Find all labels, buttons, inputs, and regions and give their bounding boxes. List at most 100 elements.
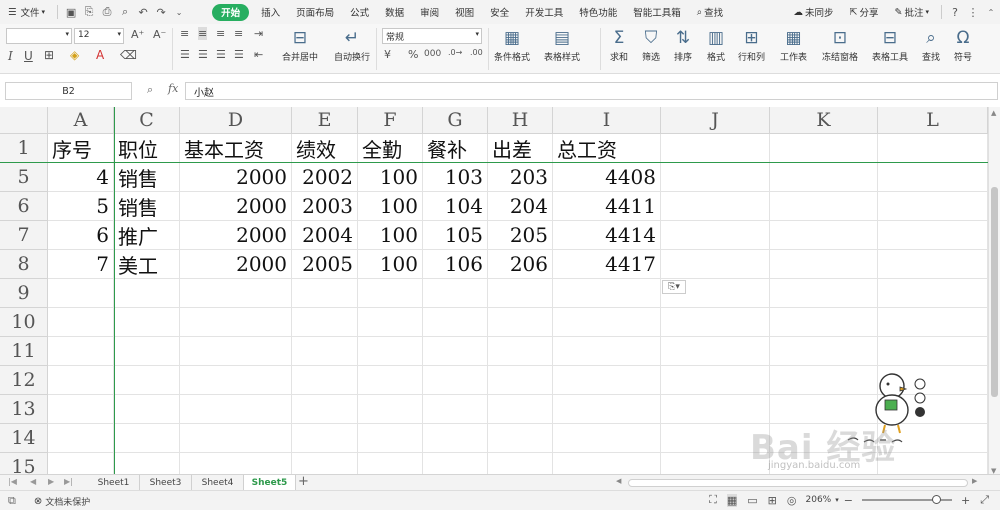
empty-cell[interactable] [878, 308, 988, 337]
first-sheet-icon[interactable]: |◀ [8, 477, 17, 486]
file-menu[interactable]: ☰ 文件 ▾ [0, 0, 53, 24]
align-right-icon[interactable]: ☰ [216, 48, 226, 61]
cell-i8[interactable]: 4417 [553, 250, 661, 279]
cell-i1[interactable]: 总工资 [553, 134, 661, 163]
empty-cell[interactable] [488, 395, 553, 424]
empty-cell[interactable] [553, 337, 661, 366]
empty-cell[interactable] [114, 395, 180, 424]
vertical-scrollbar[interactable]: ▲ ▼ [988, 107, 1000, 477]
fx-icon[interactable]: fx [168, 82, 178, 95]
cell-d7[interactable]: 2000 [180, 221, 292, 250]
empty-cell[interactable] [48, 308, 114, 337]
sheet-tab-sheet4[interactable]: Sheet4 [192, 475, 244, 490]
empty-cell[interactable] [661, 366, 770, 395]
page-layout-view-icon[interactable]: ▭ [747, 494, 757, 507]
row-header-9[interactable]: 9 [0, 279, 48, 308]
formula-input[interactable]: 小赵 [185, 82, 998, 100]
column-header-k[interactable]: K [770, 107, 878, 134]
empty-cell[interactable] [48, 395, 114, 424]
empty-cell[interactable] [878, 279, 988, 308]
empty-cell[interactable] [292, 308, 358, 337]
empty-cell[interactable] [48, 337, 114, 366]
cell-h7[interactable]: 205 [488, 221, 553, 250]
empty-cell[interactable] [661, 221, 770, 250]
empty-cell[interactable] [770, 134, 878, 163]
empty-cell[interactable] [292, 395, 358, 424]
align-bottom-icon[interactable]: ≡ [216, 27, 225, 40]
cell-h5[interactable]: 203 [488, 163, 553, 192]
empty-cell[interactable] [553, 366, 661, 395]
cell-a7[interactable]: 6 [48, 221, 114, 250]
column-header-l[interactable]: L [878, 107, 988, 134]
empty-cell[interactable] [48, 366, 114, 395]
empty-cell[interactable] [770, 337, 878, 366]
thousands-icon[interactable]: 000 [424, 49, 441, 59]
scroll-thumb[interactable] [991, 187, 998, 397]
empty-cell[interactable] [423, 424, 488, 453]
cell-d1[interactable]: 基本工资 [180, 134, 292, 163]
empty-cell[interactable] [114, 366, 180, 395]
normal-view-icon[interactable]: ▦ [726, 493, 738, 507]
column-header-j[interactable]: J [661, 107, 770, 134]
empty-cell[interactable] [114, 424, 180, 453]
cell-a1[interactable]: 序号 [48, 134, 114, 163]
empty-cell[interactable] [114, 279, 180, 308]
row-header-8[interactable]: 8 [0, 250, 48, 279]
row-header-10[interactable]: 10 [0, 308, 48, 337]
empty-cell[interactable] [114, 337, 180, 366]
paste-options-icon[interactable]: ⎘▾ [662, 280, 686, 294]
column-header-c[interactable]: C [114, 107, 180, 134]
empty-cell[interactable] [770, 308, 878, 337]
help-icon[interactable]: ? [946, 0, 964, 24]
empty-cell[interactable] [878, 221, 988, 250]
font-name-select[interactable]: ▾ [6, 28, 72, 44]
empty-cell[interactable] [553, 308, 661, 337]
empty-cell[interactable] [292, 337, 358, 366]
cell-e6[interactable]: 2003 [292, 192, 358, 221]
underline-icon[interactable]: U [24, 49, 33, 63]
sheet-tab-sheet3[interactable]: Sheet3 [140, 475, 192, 490]
empty-cell[interactable] [553, 424, 661, 453]
cell-e5[interactable]: 2002 [292, 163, 358, 192]
export-icon[interactable]: ⎘ [80, 0, 98, 24]
empty-cell[interactable] [488, 424, 553, 453]
outdent-icon[interactable]: ⇤ [254, 48, 263, 61]
empty-cell[interactable] [553, 395, 661, 424]
row-header-6[interactable]: 6 [0, 192, 48, 221]
empty-cell[interactable] [878, 134, 988, 163]
empty-cell[interactable] [488, 279, 553, 308]
empty-cell[interactable] [292, 424, 358, 453]
sum-button[interactable]: Σ 求和 [610, 26, 628, 63]
empty-cell[interactable] [358, 308, 423, 337]
font-color-icon[interactable]: A [96, 48, 104, 62]
empty-cell[interactable] [661, 308, 770, 337]
cell-i7[interactable]: 4414 [553, 221, 661, 250]
preview-icon[interactable]: ⌕ [116, 0, 134, 24]
comment-button[interactable]: ✎ 批注 ▾ [887, 0, 938, 24]
empty-cell[interactable] [770, 279, 878, 308]
merge-center-button[interactable]: ⊟ 合并居中 [282, 26, 318, 63]
zoom-slider-knob[interactable] [931, 495, 941, 504]
empty-cell[interactable] [180, 366, 292, 395]
empty-cell[interactable] [180, 279, 292, 308]
empty-cell[interactable] [358, 279, 423, 308]
empty-cell[interactable] [661, 134, 770, 163]
empty-cell[interactable] [358, 395, 423, 424]
empty-cell[interactable] [423, 337, 488, 366]
cell-e7[interactable]: 2004 [292, 221, 358, 250]
cell-a8[interactable]: 7 [48, 250, 114, 279]
format-button[interactable]: ▥ 格式 [707, 26, 725, 63]
cell-d5[interactable]: 2000 [180, 163, 292, 192]
zoom-in-icon[interactable]: + [961, 494, 970, 507]
cell-h1[interactable]: 出差 [488, 134, 553, 163]
decrease-decimal-icon[interactable]: .00 [470, 48, 483, 57]
eye-protection-icon[interactable]: ⛶ [709, 493, 717, 507]
cell-g5[interactable]: 103 [423, 163, 488, 192]
empty-cell[interactable] [553, 279, 661, 308]
customize-icon[interactable]: ⌄ [170, 0, 188, 24]
empty-cell[interactable] [48, 279, 114, 308]
font-grow-icon[interactable]: A⁺ [131, 28, 144, 41]
empty-cell[interactable] [180, 424, 292, 453]
distributed-icon[interactable]: ☰ [234, 48, 244, 61]
align-center-icon[interactable]: ☰ [198, 48, 208, 61]
